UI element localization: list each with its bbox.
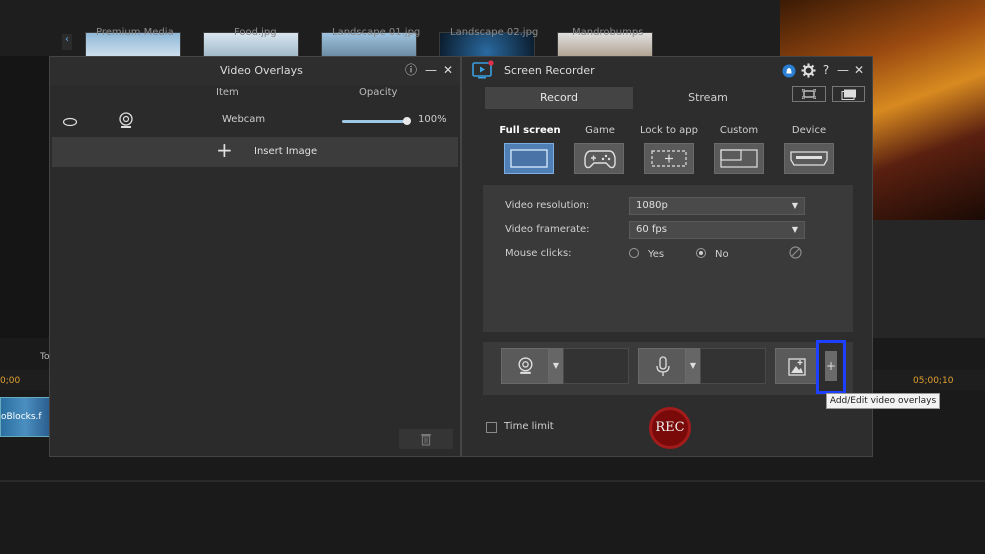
overlay-item-label: Webcam [222,114,266,125]
mode-game-button[interactable] [574,143,624,174]
add-edit-video-overlays-button[interactable]: + [816,340,846,394]
recording-settings: Video resolution: 1080p ▼ Video framerat… [483,185,853,332]
opacity-slider-track[interactable] [342,120,408,123]
recorder-titlebar: Screen Recorder ? — ✕ [462,57,872,85]
delete-overlay-button[interactable] [399,429,453,449]
close-icon[interactable]: ✕ [852,63,866,77]
clip-label: oBlocks.f [1,412,42,422]
display-button[interactable] [832,86,865,102]
overlay-row-webcam[interactable]: Webcam 100% [52,107,458,137]
mouse-clicks-no-radio[interactable] [696,248,706,258]
ruler-time-end: 05;00;10 [913,376,954,386]
track-divider [0,480,985,482]
mode-label-game: Game [585,125,615,136]
time-limit-checkbox[interactable] [486,422,497,433]
fit-screen-icon [802,89,816,99]
mode-full-screen-button[interactable] [504,143,554,174]
info-icon[interactable]: ⓘ [404,63,418,77]
video-resolution-value: 1080p [636,200,668,211]
webcam-toggle-button[interactable] [501,348,549,384]
media-thumb[interactable]: Landscape 02.jpg [439,27,538,58]
opacity-slider-thumb[interactable] [403,117,411,125]
webcam-icon [518,357,533,374]
column-header-item: Item [216,87,239,98]
webcam-dropdown-arrow-icon[interactable]: ▼ [549,348,563,384]
mouse-clicks-yes-label: Yes [648,249,665,260]
plus-icon: + [825,351,837,381]
mode-custom-button[interactable] [714,143,764,174]
eye-icon[interactable] [62,117,78,127]
timeline-clip[interactable]: oBlocks.f [0,397,50,437]
mouse-clicks-no-label: No [715,249,729,260]
recorder-title: Screen Recorder [504,64,595,77]
time-limit-label: Time limit [504,421,554,432]
microphone-icon [656,356,670,376]
video-framerate-select[interactable]: 60 fps ▼ [629,221,805,239]
overlay-image-icon [788,358,806,376]
capture-device-bar: ▼ ▼ [483,342,853,395]
video-overlays-panel: Video Overlays ⓘ — ✕ Item Opacity Webcam… [49,56,461,457]
record-button[interactable]: REC [649,407,691,449]
tooltip-add-edit-video-overlays: Add/Edit video overlays [826,393,940,409]
mouse-clicks-label: Mouse clicks: [505,248,572,259]
minimize-icon[interactable]: — [836,63,850,77]
help-icon[interactable]: ? [819,63,833,77]
webcam-device-field [563,348,629,384]
monitor-icon [841,89,856,100]
video-framerate-label: Video framerate: [505,224,590,235]
overlays-title: Video Overlays [220,64,303,77]
gamepad-icon [584,150,616,169]
close-icon[interactable]: ✕ [441,63,455,77]
video-framerate-value: 60 fps [636,224,667,235]
media-thumb[interactable]: Mandrobumps [557,27,653,58]
video-overlays-button[interactable] [775,348,817,384]
screen-recorder-logo-icon [472,60,494,79]
mode-device-button[interactable] [784,143,834,174]
lock-to-app-icon [651,150,687,167]
gear-icon[interactable] [801,63,816,78]
video-resolution-select[interactable]: 1080p ▼ [629,197,805,215]
mode-label-lock-to-app: Lock to app [639,125,699,136]
mouse-clicks-yes-radio[interactable] [629,248,639,258]
fit-screen-button[interactable] [792,86,826,102]
dropdown-arrow-icon: ▼ [791,201,798,210]
microphone-dropdown-arrow-icon[interactable]: ▼ [686,348,700,384]
microphone-toggle-button[interactable] [638,348,686,384]
notification-icon[interactable] [782,64,796,78]
full-screen-icon [510,149,548,168]
media-library-background: ‹ Premium Media Food.jpg Landscape 01.jp… [0,0,780,58]
video-resolution-label: Video resolution: [505,200,590,211]
media-thumb[interactable]: Landscape 01.jpg [321,27,420,58]
mode-label-device: Device [791,125,827,136]
media-thumb[interactable]: Premium Media [85,27,181,58]
disabled-icon[interactable] [789,246,802,259]
overlays-titlebar: Video Overlays ⓘ — ✕ [50,57,460,85]
screen-recorder-panel: Screen Recorder ? — ✕ Record Stream Full… [461,56,873,457]
scroll-left-arrow[interactable]: ‹ [62,34,72,50]
microphone-device-field [700,348,766,384]
opacity-value: 100% [418,114,447,125]
insert-image-label: Insert Image [254,146,318,157]
media-thumb[interactable]: Food.jpg [203,27,299,58]
minimize-icon[interactable]: — [424,63,438,77]
dropdown-arrow-icon: ▼ [791,225,798,234]
ruler-time-start: 0;00 [0,376,21,386]
mode-label-custom: Custom [719,125,759,136]
trash-icon [421,434,431,446]
insert-image-button[interactable]: + Insert Image [52,137,458,167]
custom-region-icon [720,149,758,168]
plus-icon: + [216,138,233,162]
mode-label-full-screen: Full screen [499,125,561,136]
tab-stream[interactable]: Stream [633,87,783,109]
webcam-icon [119,112,133,128]
tab-record[interactable]: Record [485,87,633,109]
mode-lock-to-app-button[interactable] [644,143,694,174]
hdmi-device-icon [790,151,828,166]
column-header-opacity: Opacity [359,87,398,98]
side-panel-background [873,220,985,340]
